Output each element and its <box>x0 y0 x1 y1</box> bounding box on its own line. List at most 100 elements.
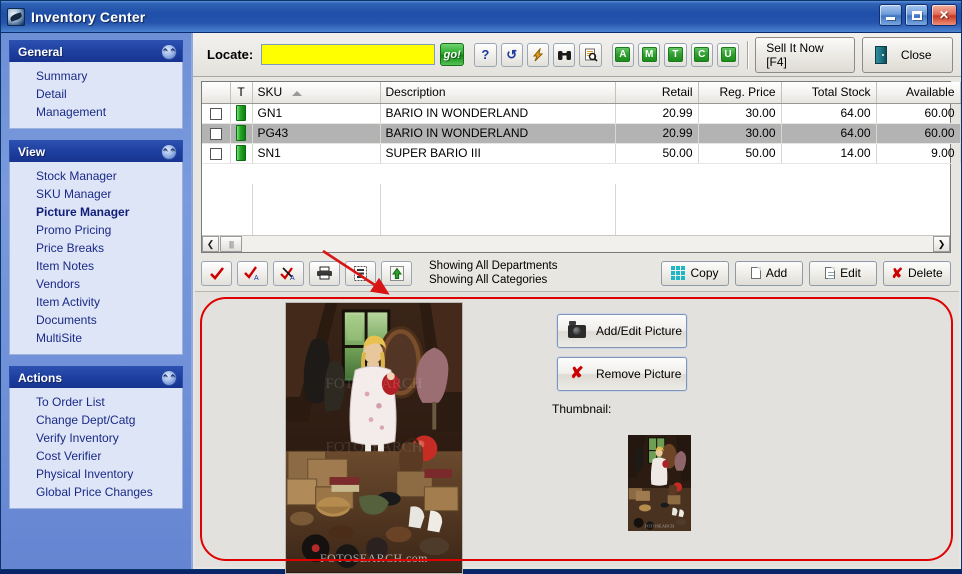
row-checkbox-cell[interactable] <box>202 143 231 164</box>
help-button[interactable]: ? <box>474 42 497 67</box>
up-arrow-page-icon <box>389 265 404 281</box>
row-description: BARIO IN WONDERLAND <box>380 103 616 124</box>
locate-input[interactable] <box>261 44 436 65</box>
print-button[interactable] <box>309 260 340 286</box>
chevron-up-icon[interactable]: ⌃⌃ <box>161 44 177 60</box>
edit-button[interactable]: Edit <box>809 260 877 286</box>
chevron-up-icon[interactable]: ⌃⌃ <box>161 144 177 160</box>
nav-group-view-header[interactable]: View ⌃⌃ <box>9 140 183 162</box>
window-client-area: General ⌃⌃ Summary Detail Management Vie… <box>1 33 961 574</box>
table-row[interactable]: PG43 BARIO IN WONDERLAND 20.99 30.00 64.… <box>202 123 961 144</box>
edit-button-label: Edit <box>840 266 861 280</box>
row-sku: PG43 <box>252 123 381 144</box>
row-checkbox[interactable] <box>209 147 222 160</box>
filter-a-button[interactable]: A <box>611 42 634 67</box>
close-button[interactable]: Close <box>861 36 953 73</box>
column-header-type[interactable]: T <box>230 82 253 104</box>
row-checkbox[interactable] <box>209 127 222 140</box>
nav-group-view-body: Stock Manager SKU Manager Picture Manage… <box>9 162 183 355</box>
sidebar-item-detail[interactable]: Detail <box>10 85 182 103</box>
filter-t-button[interactable]: T <box>664 42 687 67</box>
navigation-sidebar: General ⌃⌃ Summary Detail Management Vie… <box>1 33 191 569</box>
row-reg-price: 30.00 <box>698 103 782 124</box>
scrollbar-thumb[interactable]: |||| <box>220 236 242 252</box>
thumbnail-picture[interactable]: FOTOSEARCH <box>628 435 691 531</box>
column-header-reg-price[interactable]: Reg. Price <box>698 82 782 104</box>
column-header-total-stock[interactable]: Total Stock <box>781 82 877 104</box>
copy-icon <box>671 266 686 280</box>
close-window-button[interactable]: ✕ <box>931 4 957 26</box>
copy-button[interactable]: Copy <box>661 260 729 286</box>
picture-manager-panel: FOTOSEARCH.com FOTOSEARCH FOTOSEARCH Add… <box>195 291 959 574</box>
main-picture[interactable]: FOTOSEARCH.com FOTOSEARCH FOTOSEARCH <box>285 302 463 574</box>
scroll-left-button[interactable]: ❮ <box>202 236 219 252</box>
sell-it-now-button[interactable]: Sell It Now [F4] <box>755 36 855 73</box>
sidebar-item-promo-pricing[interactable]: Promo Pricing <box>10 221 182 239</box>
go-button[interactable]: go! <box>440 43 465 66</box>
sidebar-item-management[interactable]: Management <box>10 103 182 121</box>
scroll-right-button[interactable]: ❯ <box>933 236 950 252</box>
row-type-cell <box>230 103 253 124</box>
grid-horizontal-scrollbar[interactable]: ❮ |||| ❯ <box>202 235 950 252</box>
column-header-available[interactable]: Available <box>876 82 961 104</box>
table-row[interactable]: SN1 SUPER BARIO III 50.00 50.00 14.00 9.… <box>202 143 961 164</box>
check-all-alt-button[interactable]: A <box>237 260 268 286</box>
export-button[interactable] <box>381 260 412 286</box>
sidebar-item-sku-manager[interactable]: SKU Manager <box>10 185 182 203</box>
check-all-button[interactable] <box>201 260 232 286</box>
remove-picture-button[interactable]: ✘ Remove Picture <box>557 357 687 391</box>
sidebar-item-item-notes[interactable]: Item Notes <box>10 257 182 275</box>
sidebar-item-documents[interactable]: Documents <box>10 311 182 329</box>
table-row[interactable]: GN1 BARIO IN WONDERLAND 20.99 30.00 64.0… <box>202 103 961 124</box>
column-header-description[interactable]: Description <box>380 82 616 104</box>
row-total-stock: 64.00 <box>781 123 877 144</box>
remove-picture-label: Remove Picture <box>596 367 682 381</box>
nav-group-actions-header[interactable]: Actions ⌃⌃ <box>9 366 183 388</box>
filter-u-button[interactable]: U <box>716 42 740 67</box>
sidebar-item-change-dept-catg[interactable]: Change Dept/Catg <box>10 411 182 429</box>
row-retail: 20.99 <box>615 103 699 124</box>
row-checkbox-cell[interactable] <box>202 123 231 144</box>
shortcut-button[interactable] <box>526 42 550 67</box>
chevron-right-icon: ❯ <box>937 238 946 249</box>
preview-button[interactable] <box>579 42 602 67</box>
chevron-left-icon: ❮ <box>206 238 215 249</box>
chevron-up-icon[interactable]: ⌃⌃ <box>161 370 177 386</box>
minimize-button[interactable] <box>879 4 902 26</box>
sidebar-item-stock-manager[interactable]: Stock Manager <box>10 167 182 185</box>
delete-button[interactable]: ✘ Delete <box>883 260 951 286</box>
row-checkbox-cell[interactable] <box>202 103 231 124</box>
sidebar-item-verify-inventory[interactable]: Verify Inventory <box>10 429 182 447</box>
column-header-retail[interactable]: Retail <box>615 82 699 104</box>
add-button[interactable]: Add <box>735 260 803 286</box>
uncheck-all-button[interactable]: A <box>273 260 304 286</box>
sidebar-item-global-price-changes[interactable]: Global Price Changes <box>10 483 182 501</box>
filter-c-button[interactable]: C <box>690 42 713 67</box>
minimize-icon <box>886 17 895 20</box>
locate-label: Locate: <box>207 47 254 62</box>
list-button[interactable] <box>345 260 376 286</box>
find-button[interactable] <box>553 42 576 67</box>
row-available: 9.00 <box>876 143 961 164</box>
top-toolbar: Locate: go! ? ↺ A M T C U Sell It Now [F… <box>193 33 961 77</box>
sidebar-item-multisite[interactable]: MultiSite <box>10 329 182 347</box>
sidebar-item-price-breaks[interactable]: Price Breaks <box>10 239 182 257</box>
column-header-sku[interactable]: SKU <box>252 82 381 104</box>
sidebar-item-item-activity[interactable]: Item Activity <box>10 293 182 311</box>
sidebar-item-summary[interactable]: Summary <box>10 67 182 85</box>
sidebar-item-cost-verifier[interactable]: Cost Verifier <box>10 447 182 465</box>
add-button-label: Add <box>765 266 788 280</box>
sidebar-item-vendors[interactable]: Vendors <box>10 275 182 293</box>
sidebar-item-picture-manager[interactable]: Picture Manager <box>10 203 182 221</box>
maximize-button[interactable] <box>905 4 928 26</box>
record-action-buttons: Copy Add Edit ✘ Delete <box>661 260 951 286</box>
add-edit-picture-button[interactable]: Add/Edit Picture <box>557 314 687 348</box>
sidebar-item-physical-inventory[interactable]: Physical Inventory <box>10 465 182 483</box>
nav-group-general-header[interactable]: General ⌃⌃ <box>9 40 183 62</box>
filter-m-button[interactable]: M <box>638 42 661 67</box>
sidebar-item-to-order-list[interactable]: To Order List <box>10 393 182 411</box>
row-sku: SN1 <box>252 143 381 164</box>
column-header-select[interactable] <box>202 82 231 104</box>
refresh-button[interactable]: ↺ <box>500 42 523 67</box>
row-checkbox[interactable] <box>209 107 222 120</box>
